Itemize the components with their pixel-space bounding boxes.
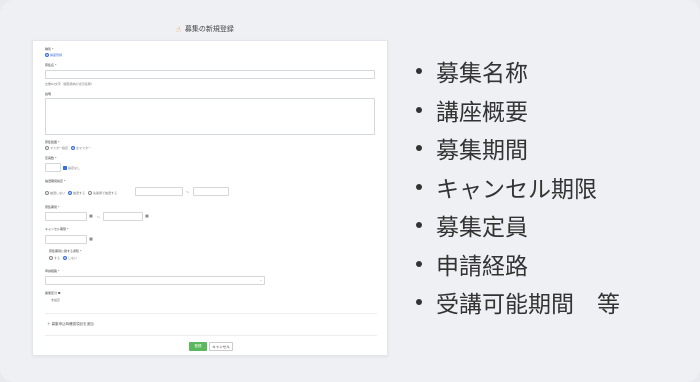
panel-title: ☝ 募集の新規登録 xyxy=(176,22,256,36)
period-range-separator: 〜 xyxy=(97,215,101,219)
list-item-text: 申請経路 xyxy=(436,253,528,280)
list-item-text: 講座概要 xyxy=(436,99,528,126)
lottery-end-input[interactable] xyxy=(193,187,229,196)
notify-label: 募集期間に関する通知 * xyxy=(49,249,82,253)
capacity-label: 定員数 * xyxy=(45,156,57,160)
calendar-icon[interactable]: ▦ xyxy=(144,213,150,219)
target-radio-2[interactable] xyxy=(70,146,75,150)
bullet-dot xyxy=(416,145,422,152)
type-label: 種別 * xyxy=(45,47,54,51)
bullet-dot xyxy=(416,183,422,190)
target-options: マスター指定 全マスター xyxy=(45,146,91,150)
lottery-opt2-label: 抽選する xyxy=(72,191,85,195)
name-label: 募集名 * xyxy=(45,63,57,67)
target-opt2-label: 全マスター xyxy=(75,146,91,150)
add-confirmation-item-link[interactable]: ＋ 募集申込時確認項目を追加 xyxy=(47,322,94,326)
route-select[interactable]: ⌄ xyxy=(45,276,265,285)
lottery-options: 抽選しない 抽選する 先着順で抽選する xyxy=(45,191,117,195)
lottery-range-separator: 〜 xyxy=(186,190,190,194)
route-label: 申請経路 * xyxy=(45,269,60,273)
chevron-down-icon: ⌄ xyxy=(259,278,262,282)
capacity-check-label: 指定なし xyxy=(68,166,81,170)
period-label: 募集期間 * xyxy=(45,205,60,209)
bullet-dot xyxy=(416,260,422,267)
name-hint: 全角64文字（閲覧者向け表示名称） xyxy=(45,82,94,86)
lottery-opt1-label: 抽選しない xyxy=(50,191,66,195)
bullet-dot xyxy=(416,222,422,229)
list-item-text: 募集名称 xyxy=(436,61,528,88)
list-item-text: 募集期間 xyxy=(436,138,528,165)
description-label: 説明 xyxy=(45,92,52,96)
bullet-dot xyxy=(416,299,422,306)
hand-icon: ☝ xyxy=(176,24,181,34)
type-radio[interactable] xyxy=(45,53,49,57)
period-end-input[interactable] xyxy=(103,212,143,221)
description-textarea[interactable] xyxy=(45,98,375,135)
category-label: 開催区分 ❶ xyxy=(45,291,61,295)
cancel-deadline-label: キャンセル期限 * xyxy=(45,227,69,231)
divider xyxy=(45,313,377,314)
divider xyxy=(45,335,377,336)
bullet-dot xyxy=(416,68,422,75)
registration-form: 種別 * 講座登録 募集名 * 全角64文字（閲覧者向け表示名称） 説明 募集範… xyxy=(32,40,388,356)
type-option[interactable]: 講座登録 xyxy=(45,53,62,57)
lottery-opt3-label: 先着順で抽選する xyxy=(92,191,117,195)
slide-background: ☝ 募集の新規登録 種別 * 講座登録 募集名 * 全角64文字（閲覧者向け表示… xyxy=(0,0,700,382)
list-item: 募集名称 xyxy=(416,52,686,91)
list-item-text: 受講可能期間 等 xyxy=(436,292,620,319)
capacity-input[interactable] xyxy=(45,163,61,172)
lottery-label: 抽選期間指定 * xyxy=(45,179,66,183)
notify-options: する しない xyxy=(49,256,77,260)
list-item: 講座概要 xyxy=(416,91,686,130)
lottery-radio-3[interactable] xyxy=(87,191,92,195)
calendar-icon[interactable]: ▦ xyxy=(88,236,94,242)
name-input[interactable] xyxy=(45,70,375,79)
category-value: 未設定 xyxy=(51,298,61,302)
register-button[interactable]: 登録 xyxy=(189,342,207,351)
list-item: 募集定員 xyxy=(416,206,686,245)
capacity-checkbox[interactable] xyxy=(63,166,67,170)
period-start-input[interactable] xyxy=(45,212,87,221)
list-item: 受講可能期間 等 xyxy=(416,283,686,322)
list-item-text: キャンセル期限 xyxy=(436,176,597,203)
feature-list: 募集名称 講座概要 募集期間 キャンセル期限 募集定員 申請経路 受講可能期間 … xyxy=(416,52,686,322)
list-item: キャンセル期限 xyxy=(416,168,686,207)
lottery-radio-2[interactable] xyxy=(67,191,72,195)
cancel-deadline-input[interactable] xyxy=(45,235,87,244)
list-item: 募集期間 xyxy=(416,129,686,168)
notify-radio-1[interactable] xyxy=(49,256,53,260)
lottery-start-input[interactable] xyxy=(135,187,183,196)
type-option-label: 講座登録 xyxy=(50,53,63,57)
list-item: 申請経路 xyxy=(416,245,686,284)
notify-radio-2[interactable] xyxy=(62,256,67,260)
capacity-none[interactable]: 指定なし xyxy=(63,166,80,170)
bullet-dot xyxy=(416,106,422,113)
target-label: 募集範囲 * xyxy=(45,140,60,144)
target-opt1-label: マスター指定 xyxy=(50,146,69,150)
calendar-icon[interactable]: ▦ xyxy=(88,213,94,219)
notify-opt1-label: する xyxy=(54,256,61,260)
panel-title-text: 募集の新規登録 xyxy=(184,25,234,33)
list-item-text: 募集定員 xyxy=(436,215,528,242)
target-radio-1[interactable] xyxy=(45,146,49,150)
lottery-radio-1[interactable] xyxy=(45,191,49,195)
cancel-button[interactable]: キャンセル xyxy=(209,342,233,351)
notify-opt2-label: しない xyxy=(67,256,77,260)
